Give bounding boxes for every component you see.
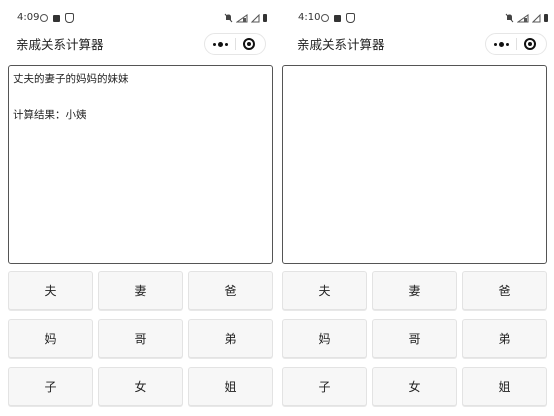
page-title: 亲戚关系计算器	[297, 37, 385, 52]
key-younger-brother-button[interactable]: 弟	[188, 319, 273, 358]
signal-icon	[236, 13, 248, 22]
battery-icon	[263, 14, 267, 22]
key-elder-brother-button[interactable]: 哥	[372, 319, 457, 358]
key-daughter-button[interactable]: 女	[98, 367, 183, 406]
search-icon	[40, 14, 48, 22]
mini-program-capsule	[485, 33, 547, 55]
status-time: 4:09	[17, 12, 40, 23]
capsule-divider	[516, 38, 517, 50]
relation-input-area[interactable]	[282, 65, 547, 264]
relation-chain-text: 丈夫的妻子的妈妈的妹妹	[13, 73, 129, 85]
key-mother-button[interactable]: 妈	[282, 319, 367, 358]
key-son-button[interactable]: 子	[8, 367, 93, 406]
title-bar: 亲戚关系计算器	[0, 30, 273, 60]
result-text: 计算结果：小姨	[13, 109, 87, 121]
key-father-button[interactable]: 爸	[462, 271, 547, 310]
image-icon	[334, 14, 341, 22]
status-bar: 4:09	[0, 11, 273, 25]
bell-off-icon	[505, 13, 514, 23]
key-mother-button[interactable]: 妈	[8, 319, 93, 358]
key-younger-brother-button[interactable]: 弟	[462, 319, 547, 358]
battery-icon	[544, 14, 548, 22]
key-elder-sister-button[interactable]: 姐	[188, 367, 273, 406]
key-father-button[interactable]: 爸	[188, 271, 273, 310]
phone-screen-left: 4:09 亲戚关系计算器 丈夫的妻子的妈妈的妹妹 计算结果：小姨 夫 妻 爸 妈…	[0, 0, 273, 416]
more-icon[interactable]	[486, 34, 516, 54]
key-wife-button[interactable]: 妻	[372, 271, 457, 310]
image-icon	[53, 14, 60, 22]
key-husband-button[interactable]: 夫	[282, 271, 367, 310]
key-husband-button[interactable]: 夫	[8, 271, 93, 310]
phone-screen-right: 4:10 亲戚关系计算器 夫 妻 爸 妈 哥 弟 子 女 姐	[281, 0, 554, 416]
key-son-button[interactable]: 子	[282, 367, 367, 406]
relation-input-area[interactable]: 丈夫的妻子的妈妈的妹妹 计算结果：小姨	[8, 65, 273, 264]
status-time: 4:10	[298, 12, 321, 23]
signal-icon	[517, 13, 529, 22]
key-elder-brother-button[interactable]: 哥	[98, 319, 183, 358]
title-bar: 亲戚关系计算器	[281, 30, 554, 60]
close-target-icon[interactable]	[524, 38, 536, 50]
mini-program-capsule	[204, 33, 266, 55]
triangle-icon	[251, 13, 260, 22]
triangle-icon	[532, 13, 541, 22]
bell-off-icon	[224, 13, 233, 23]
shield-icon	[346, 13, 355, 23]
key-daughter-button[interactable]: 女	[372, 367, 457, 406]
shield-icon	[65, 13, 74, 23]
more-icon[interactable]	[205, 34, 235, 54]
capsule-divider	[235, 38, 236, 50]
key-wife-button[interactable]: 妻	[98, 271, 183, 310]
status-bar: 4:10	[281, 11, 554, 25]
key-elder-sister-button[interactable]: 姐	[462, 367, 547, 406]
page-title: 亲戚关系计算器	[16, 37, 104, 52]
close-target-icon[interactable]	[243, 38, 255, 50]
search-icon	[321, 14, 329, 22]
